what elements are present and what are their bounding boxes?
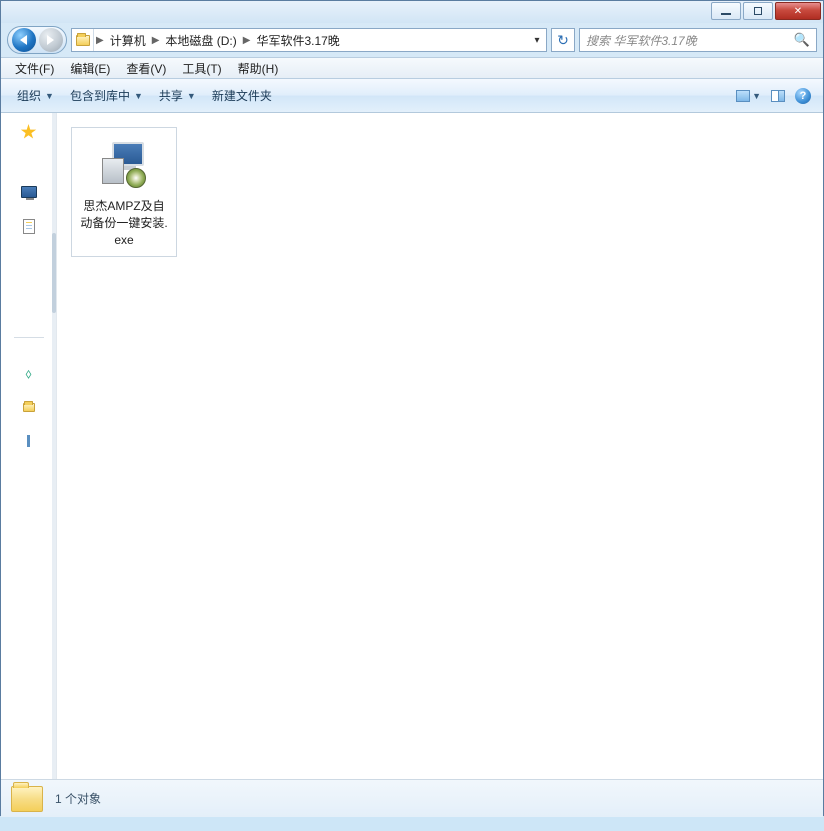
navigation-bar: ▶ 计算机 ▶ 本地磁盘 (D:) ▶ 华军软件3.17晚 ▾ ↻ 搜索 华军软…: [1, 23, 823, 57]
breadcrumb-computer[interactable]: 计算机: [106, 29, 150, 51]
chevron-down-icon: ▼: [134, 91, 143, 101]
chevron-right-icon: ▶: [241, 35, 253, 46]
item-icon[interactable]: [20, 432, 38, 450]
chevron-right-icon: ▶: [94, 35, 106, 46]
status-text: 1 个对象: [55, 790, 101, 807]
search-icon: 🔍: [794, 32, 810, 48]
share-button[interactable]: 共享 ▼: [151, 83, 204, 108]
include-in-library-button[interactable]: 包含到库中 ▼: [62, 83, 151, 108]
favorites-icon[interactable]: [20, 123, 38, 141]
sidebar-scrollbar[interactable]: [52, 113, 56, 779]
preview-pane-icon: [771, 90, 785, 102]
toolbar-right: ▼ ?: [736, 88, 815, 104]
window-controls: ✕: [711, 2, 821, 20]
menu-help[interactable]: 帮助(H): [230, 58, 287, 79]
include-label: 包含到库中: [70, 87, 130, 104]
menu-file[interactable]: 文件(F): [7, 58, 62, 79]
computer-icon[interactable]: [20, 183, 38, 201]
chevron-down-icon: ▼: [752, 91, 761, 101]
new-folder-label: 新建文件夹: [212, 87, 272, 104]
arrow-right-icon: [47, 35, 54, 45]
chevron-down-icon: ▼: [45, 91, 54, 101]
new-folder-button[interactable]: 新建文件夹: [204, 83, 280, 108]
explorer-window: ✕ ▶ 计算机 ▶ 本地磁盘 (D:) ▶ 华军软件3.17晚 ▾ ↻ 搜索 华…: [0, 0, 824, 816]
network-icon[interactable]: ⬨: [20, 364, 38, 382]
folder-tree-icon[interactable]: [20, 398, 38, 416]
view-icon: [736, 90, 750, 102]
nav-back-forward: [7, 26, 67, 54]
folder-icon: [72, 29, 94, 51]
help-button[interactable]: ?: [795, 88, 811, 104]
back-button[interactable]: [12, 28, 36, 52]
arrow-left-icon: [20, 35, 27, 45]
navigation-pane[interactable]: ⬨: [1, 113, 57, 779]
menu-bar: 文件(F) 编辑(E) 查看(V) 工具(T) 帮助(H): [1, 57, 823, 79]
search-input[interactable]: 搜索 华军软件3.17晚 🔍: [579, 28, 817, 52]
maximize-button[interactable]: [743, 2, 773, 20]
organize-button[interactable]: 组织 ▼: [9, 83, 62, 108]
search-placeholder: 搜索 华军软件3.17晚: [586, 32, 697, 49]
menu-tools[interactable]: 工具(T): [174, 58, 229, 79]
forward-button[interactable]: [39, 28, 63, 52]
exe-installer-icon: [100, 140, 148, 188]
folder-icon: [11, 786, 43, 812]
minimize-button[interactable]: [711, 2, 741, 20]
chevron-right-icon: ▶: [150, 35, 162, 46]
organize-label: 组织: [17, 87, 41, 104]
breadcrumb-folder[interactable]: 华军软件3.17晚: [252, 29, 343, 51]
address-bar[interactable]: ▶ 计算机 ▶ 本地磁盘 (D:) ▶ 华军软件3.17晚 ▾: [71, 28, 547, 52]
file-item[interactable]: 思杰AMPZ及自动备份一键安装.exe: [71, 127, 177, 257]
close-button[interactable]: ✕: [775, 2, 821, 20]
window-border-bottom: [1, 817, 823, 831]
address-dropdown[interactable]: ▾: [528, 35, 546, 46]
divider: [14, 337, 44, 338]
documents-icon[interactable]: [20, 217, 38, 235]
file-name: 思杰AMPZ及自动备份一键安装.exe: [78, 198, 170, 248]
share-label: 共享: [159, 87, 183, 104]
preview-pane-button[interactable]: [771, 90, 785, 102]
breadcrumb-drive[interactable]: 本地磁盘 (D:): [161, 29, 240, 51]
menu-view[interactable]: 查看(V): [118, 58, 174, 79]
chevron-down-icon: ▼: [187, 91, 196, 101]
titlebar: ✕: [1, 1, 823, 23]
body-area: ⬨ 思杰AMPZ及自动备份一键安装.exe: [1, 113, 823, 779]
file-list[interactable]: 思杰AMPZ及自动备份一键安装.exe: [57, 113, 823, 779]
change-view-button[interactable]: ▼: [736, 90, 761, 102]
menu-edit[interactable]: 编辑(E): [62, 58, 118, 79]
status-bar: 1 个对象: [1, 779, 823, 817]
command-bar: 组织 ▼ 包含到库中 ▼ 共享 ▼ 新建文件夹 ▼ ?: [1, 79, 823, 113]
help-icon: ?: [800, 90, 807, 102]
refresh-button[interactable]: ↻: [551, 28, 575, 52]
refresh-icon: ↻: [557, 32, 569, 49]
